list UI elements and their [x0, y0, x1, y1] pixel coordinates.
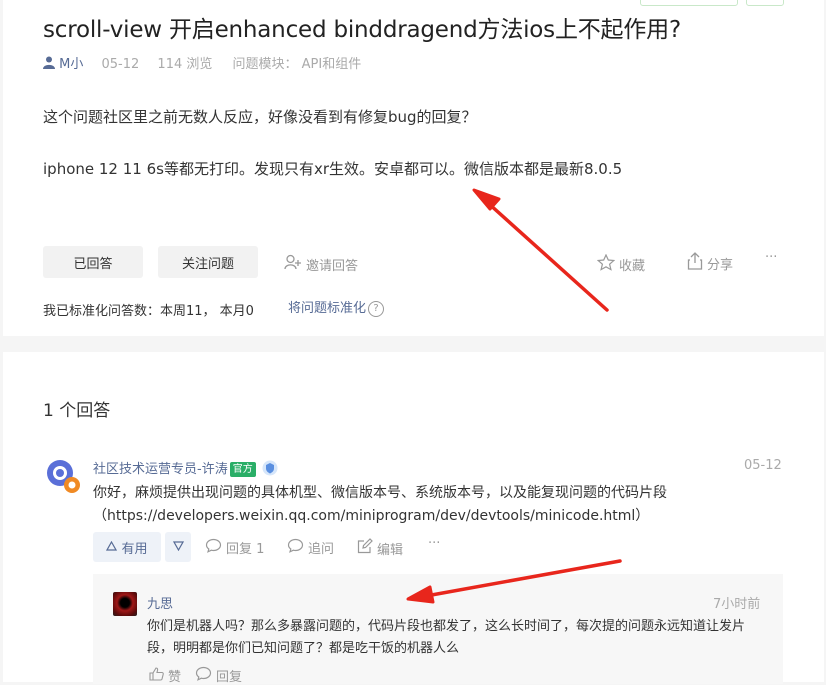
- official-badge: 官方: [229, 462, 256, 477]
- question-meta: M小 05-12 114 浏览 问题模块： API和组件: [43, 53, 361, 72]
- question-date: 05-12: [101, 57, 140, 72]
- avatar[interactable]: [45, 458, 81, 494]
- avatar[interactable]: [113, 592, 137, 616]
- useful-button[interactable]: 有用: [93, 532, 161, 562]
- standardize-link-label: 将问题标准化: [288, 301, 367, 316]
- follow-question-button[interactable]: 关注问题: [158, 246, 258, 278]
- question-module: 问题模块： API和组件: [232, 57, 362, 72]
- question-body-line: 这个问题社区里之前无数人反应，好像没看到有修复bug的回复？: [43, 108, 477, 126]
- share-button[interactable]: 分享: [687, 252, 733, 274]
- collect-label: 收藏: [619, 259, 646, 274]
- share-icon: [687, 252, 703, 274]
- shield-icon: [262, 460, 278, 480]
- answer-author-row: 社区技术运营专员-许涛 官方: [93, 458, 278, 480]
- reply-list: 九思 7小时前 你们是机器人吗？那么多暴露问题的，代码片段也都发了，这么长时间了…: [93, 574, 783, 685]
- reply-label: 回复 1: [226, 542, 265, 557]
- answer-count: 1 个回答: [43, 401, 111, 421]
- comment-icon: [205, 538, 222, 557]
- top-tag-button[interactable]: [746, 0, 784, 6]
- collect-button[interactable]: 收藏: [596, 253, 646, 275]
- reply-author[interactable]: 九思: [147, 593, 173, 612]
- top-tag-button[interactable]: [640, 0, 738, 6]
- reply-reply-label: 回复: [216, 670, 243, 685]
- invite-answer-label: 邀请回答: [306, 258, 359, 274]
- edit-button[interactable]: 编辑: [357, 538, 403, 558]
- question-author[interactable]: M小: [59, 57, 83, 72]
- triangle-up-icon: [106, 540, 121, 555]
- answered-button[interactable]: 已回答: [43, 246, 143, 278]
- standardized-stats: 我已标准化问答数：本周11， 本月0: [43, 304, 254, 319]
- answer-text: 你好，麻烦提供出现问题的具体机型、微信版本号、系统版本号，以及能复现问题的代码片…: [93, 485, 667, 524]
- comment-icon: [195, 666, 212, 685]
- user-icon: [43, 56, 59, 72]
- invite-answer-button[interactable]: 邀请回答: [284, 254, 358, 274]
- like-button[interactable]: 赞: [149, 666, 181, 685]
- more-button[interactable]: ···: [765, 250, 777, 265]
- triangle-down-icon: [172, 540, 184, 555]
- answer-date: 05-12: [744, 458, 782, 473]
- comment-icon: [287, 538, 304, 557]
- follow-up-button[interactable]: 追问: [287, 538, 334, 557]
- like-label: 赞: [168, 670, 182, 685]
- answer-author[interactable]: 社区技术运营专员-许涛: [93, 462, 228, 477]
- reply-text: 你们是机器人吗？那么多暴露问题的，代码片段也都发了，这么长时间了，每次提的问题永…: [147, 619, 746, 656]
- standardize-link[interactable]: 将问题标准化?: [288, 297, 385, 317]
- share-label: 分享: [707, 257, 734, 273]
- star-icon: [596, 253, 616, 275]
- thumbs-up-icon: [149, 666, 164, 685]
- reply-button[interactable]: 回复 1: [205, 538, 264, 557]
- edit-label: 编辑: [377, 542, 404, 558]
- useless-button[interactable]: [165, 532, 191, 562]
- useful-label: 有用: [121, 541, 148, 557]
- help-icon[interactable]: ?: [368, 301, 385, 317]
- question-views: 114 浏览: [157, 57, 213, 72]
- follow-up-label: 追问: [308, 542, 335, 557]
- add-user-icon: [284, 254, 302, 274]
- question-card: scroll-view 开启enhanced binddragend方法ios上…: [3, 0, 824, 336]
- answers-card: 1 个回答 社区技术运营专员-许涛 官方 05-12 你好，麻烦提供出现问题的具体…: [3, 352, 824, 685]
- answer-more-button[interactable]: ···: [428, 536, 440, 551]
- question-title: scroll-view 开启enhanced binddragend方法ios上…: [43, 17, 681, 43]
- edit-icon: [357, 538, 373, 558]
- reply-time: 7小时前: [713, 597, 761, 612]
- reply-reply-button[interactable]: 回复: [195, 666, 242, 685]
- question-body-line: iphone 12 11 6s等都无打印。发现只有xr生效。安卓都可以。微信版本…: [43, 160, 623, 178]
